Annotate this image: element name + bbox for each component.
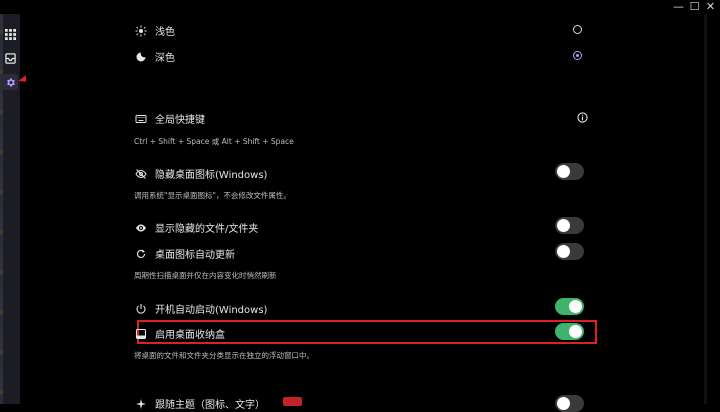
- theme-dark-option[interactable]: 深色: [134, 49, 175, 64]
- desktop-box-label: 启用桌面收纳盒: [155, 330, 225, 341]
- hide-icons-label: 隐藏桌面图标(Windows): [155, 170, 268, 181]
- hide-icons-desc: 调用系统"显示桌面图标"，不会修改文件属性。: [134, 191, 291, 200]
- hotkey-value: Ctrl + Shift + Space 或 Alt + Shift + Spa…: [134, 137, 294, 146]
- eye-off-icon: [134, 168, 147, 179]
- moon-icon: [136, 52, 145, 61]
- show-hidden-toggle[interactable]: [555, 217, 584, 234]
- theme-dark-label: 深色: [155, 53, 175, 64]
- window-controls: — ☐ ✕: [673, 0, 716, 14]
- refresh-icon: [136, 249, 145, 258]
- settings-panel: [26, 14, 708, 404]
- autostart-toggle[interactable]: [555, 298, 584, 315]
- tray-icon: [4, 52, 16, 64]
- theme-light-radio[interactable]: [573, 25, 582, 34]
- sidebar-item-settings[interactable]: [2, 74, 18, 90]
- sidebar-item-desktop[interactable]: [4, 52, 16, 64]
- info-icon[interactable]: [577, 112, 588, 123]
- theme-light-label: 浅色: [155, 27, 175, 38]
- title-bar: [0, 0, 720, 14]
- sidebar: [0, 14, 20, 404]
- desktop-box-setting: 启用桌面收纳盒: [134, 326, 225, 341]
- minimize-button[interactable]: —: [673, 0, 684, 14]
- auto-refresh-label: 桌面图标自动更新: [155, 250, 235, 261]
- eye-icon: [135, 224, 146, 231]
- auto-refresh-desc: 周期性扫描桌面并仅在内容变化时悄然刷新: [134, 271, 277, 280]
- inbox-icon: [135, 328, 146, 339]
- theme-dark-radio[interactable]: [573, 51, 582, 60]
- desktop-box-toggle[interactable]: [555, 323, 584, 340]
- hide-icons-setting: 隐藏桌面图标(Windows): [134, 166, 267, 181]
- gear-icon: [6, 77, 15, 87]
- hotkey-setting: 全局快捷键: [134, 111, 205, 126]
- grid-icon: [4, 28, 16, 40]
- desktop-box-desc: 将桌面的文件和文件夹分类显示在独立的浮动窗口中。: [134, 351, 314, 360]
- desktop-background-strip: [0, 14, 3, 404]
- maximize-button[interactable]: ☐: [689, 0, 700, 14]
- autostart-setting: 开机自动启动(Windows): [134, 301, 267, 316]
- auto-refresh-setting: 桌面图标自动更新: [134, 246, 235, 261]
- hide-icons-toggle[interactable]: [555, 163, 584, 180]
- close-button[interactable]: ✕: [705, 0, 716, 14]
- auto-refresh-toggle[interactable]: [555, 243, 584, 260]
- hotkey-label: 全局快捷键: [155, 115, 205, 126]
- power-icon: [135, 303, 146, 314]
- theme-light-option[interactable]: 浅色: [134, 23, 175, 38]
- show-hidden-label: 显示隐藏的文件/文件夹: [155, 224, 259, 235]
- keyboard-icon: [135, 114, 146, 123]
- status-badge: [283, 397, 302, 406]
- show-hidden-setting: 显示隐藏的文件/文件夹: [134, 220, 258, 235]
- autostart-label: 开机自动启动(Windows): [155, 305, 268, 316]
- sun-icon: [135, 25, 146, 36]
- sidebar-item-apps[interactable]: [4, 28, 16, 40]
- scrollbar[interactable]: [704, 14, 707, 404]
